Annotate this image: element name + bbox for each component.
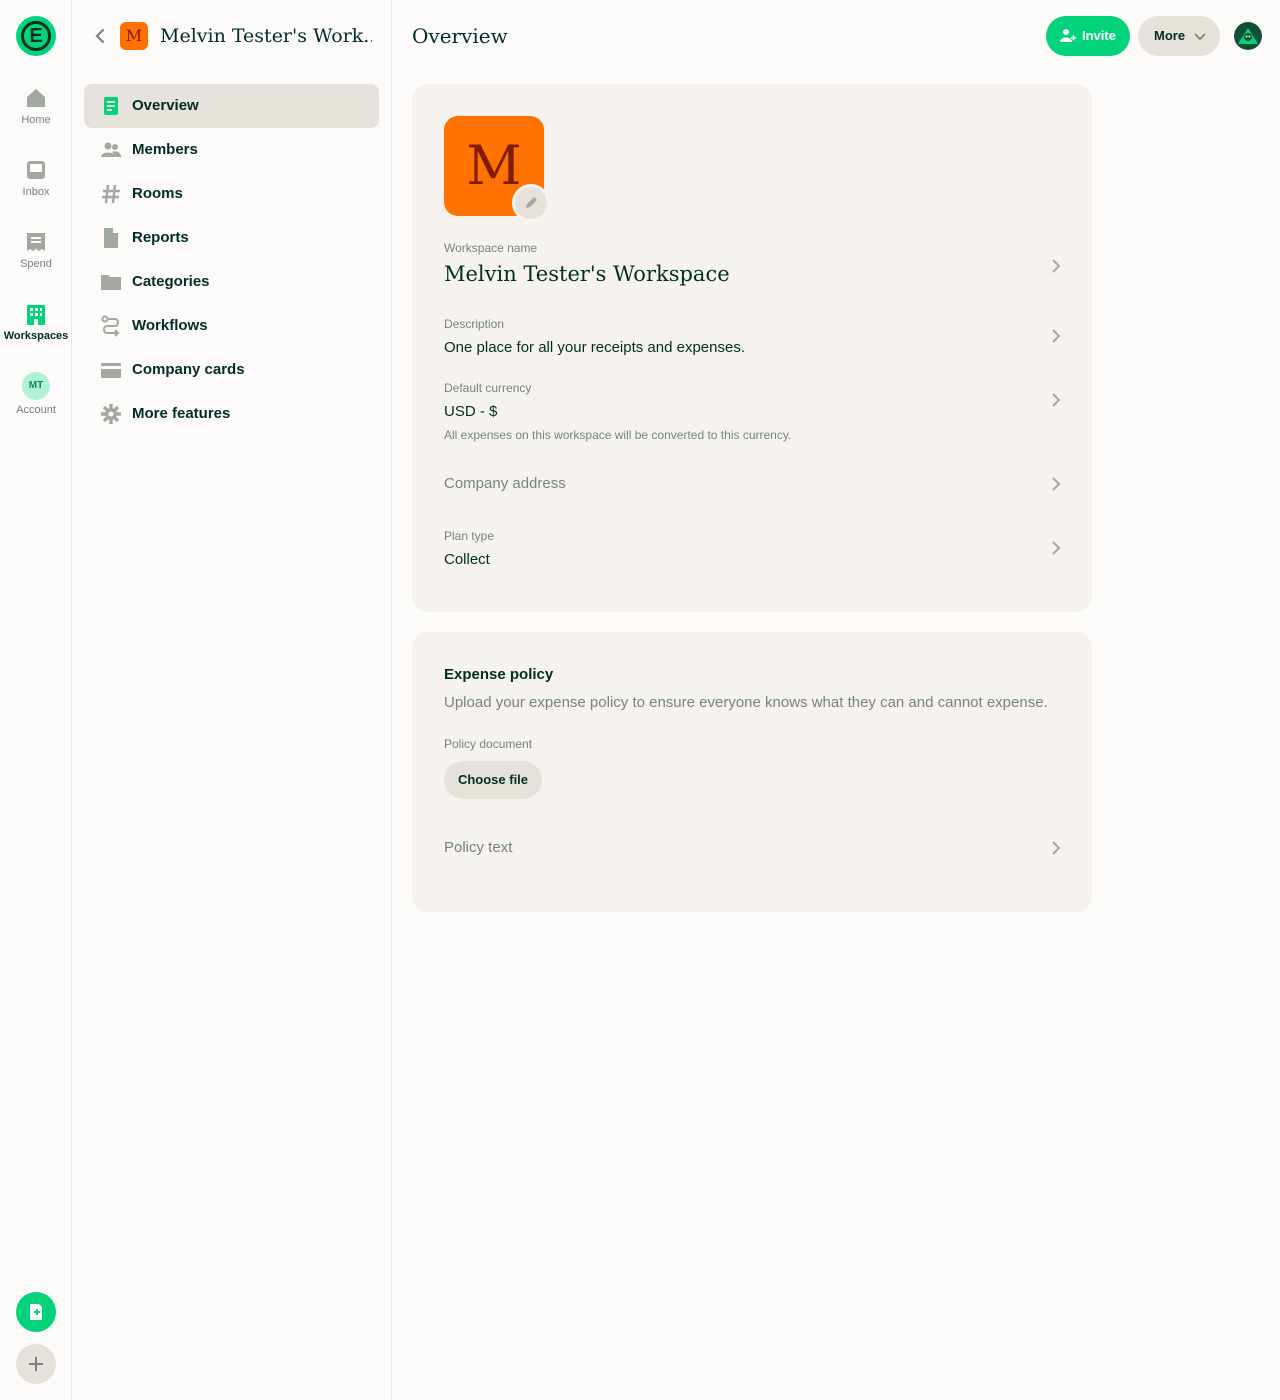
- add-button[interactable]: [16, 1344, 56, 1384]
- sidebar-item-workflows[interactable]: Workflows: [84, 304, 379, 348]
- rail-item-inbox[interactable]: Inbox: [0, 158, 72, 198]
- workspace-sidebar: M Melvin Tester's Work... Overview Membe…: [72, 0, 392, 1400]
- plan-type-row[interactable]: Plan type Collect: [444, 528, 1064, 570]
- chevron-right-icon: [1052, 841, 1061, 855]
- choose-file-button[interactable]: Choose file: [444, 761, 542, 799]
- policy-document-label-row: Policy document: [444, 737, 533, 751]
- chevron-down-icon: [1194, 33, 1206, 41]
- workflow-icon: [101, 315, 120, 337]
- back-arrow-icon[interactable]: [90, 24, 110, 48]
- expensify-logo[interactable]: E: [16, 16, 56, 56]
- overview-card: M Workspace name Melvin Tester's Workspa…: [412, 84, 1092, 612]
- sidebar-item-company-cards[interactable]: Company cards: [84, 348, 379, 392]
- inbox-icon: [27, 161, 45, 179]
- chevron-right-icon: [1052, 393, 1061, 407]
- sidebar-item-members[interactable]: Members: [84, 128, 379, 172]
- building-icon: [27, 305, 45, 325]
- hashtag-icon: [102, 184, 120, 204]
- expense-policy-subtitle: Upload your expense policy to ensure eve…: [444, 694, 1048, 711]
- sidebar-item-rooms[interactable]: Rooms: [84, 172, 379, 216]
- sidebar-header: M Melvin Tester's Work...: [72, 16, 392, 56]
- chevron-right-icon: [1052, 477, 1061, 491]
- workspace-name-row[interactable]: Workspace name Melvin Tester's Workspace: [444, 240, 1064, 288]
- avatar: MT: [22, 372, 50, 400]
- rail-item-home[interactable]: Home: [0, 86, 72, 126]
- page-title: Overview: [412, 24, 508, 48]
- expense-policy-title: Expense policy: [444, 666, 554, 683]
- workspace-title: Melvin Tester's Work...: [160, 25, 372, 47]
- chevron-right-icon: [1052, 259, 1061, 273]
- nav-rail: E Home Inbox Spend Workspaces MT Account: [0, 0, 72, 1400]
- workspace-name: Melvin Tester's Workspace: [444, 262, 730, 286]
- gear-icon: [101, 404, 121, 424]
- description-value: One place for all your receipts and expe…: [444, 339, 746, 356]
- description-row[interactable]: Description One place for all your recei…: [444, 316, 1064, 358]
- more-button[interactable]: More: [1138, 16, 1220, 56]
- policy-text-row[interactable]: Policy text: [444, 838, 1064, 858]
- users-icon: [101, 142, 121, 157]
- chevron-right-icon: [1052, 541, 1061, 555]
- plan-value: Collect: [444, 551, 490, 568]
- new-expense-icon: [30, 1304, 42, 1320]
- currency-value: USD - $: [444, 403, 498, 420]
- user-avatar[interactable]: [1234, 22, 1262, 50]
- profile-picture-icon: [1238, 28, 1258, 44]
- add-user-icon: [1060, 29, 1076, 42]
- invite-button[interactable]: Invite: [1046, 16, 1130, 56]
- receipt-icon: [27, 233, 45, 251]
- chevron-right-icon: [1052, 329, 1061, 343]
- pencil-icon: [526, 197, 537, 208]
- expense-policy-card: Expense policy Upload your expense polic…: [412, 632, 1092, 912]
- sidebar-item-categories[interactable]: Categories: [84, 260, 379, 304]
- home-icon: [27, 89, 45, 107]
- workspace-avatar: M: [120, 22, 148, 50]
- folder-icon: [101, 275, 121, 290]
- sidebar-item-overview[interactable]: Overview: [84, 84, 379, 128]
- currency-hint: All expenses on this workspace will be c…: [444, 428, 792, 442]
- company-address-row[interactable]: Company address: [444, 474, 1064, 494]
- rail-item-account[interactable]: MT Account: [0, 372, 72, 416]
- rail-item-spend[interactable]: Spend: [0, 230, 72, 270]
- create-expense-button[interactable]: [16, 1292, 56, 1332]
- credit-card-icon: [101, 363, 121, 378]
- document-icon: [104, 97, 118, 115]
- plus-icon: [29, 1357, 43, 1371]
- sidebar-item-reports[interactable]: Reports: [84, 216, 379, 260]
- file-icon: [104, 228, 118, 248]
- edit-logo-button[interactable]: [512, 184, 550, 222]
- default-currency-row[interactable]: Default currency USD - $ All expenses on…: [444, 380, 1064, 442]
- rail-item-workspaces[interactable]: Workspaces: [0, 302, 72, 342]
- sidebar-item-more-features[interactable]: More features: [84, 392, 379, 436]
